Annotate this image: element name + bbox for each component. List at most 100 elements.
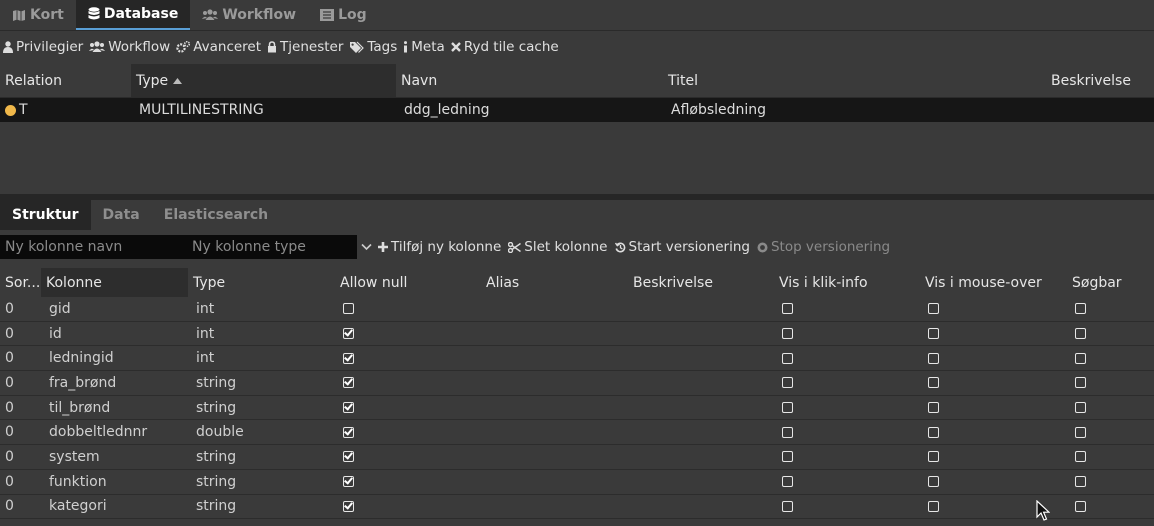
allow-null-checkbox[interactable] [343, 352, 354, 364]
header-alias[interactable]: Alias [481, 268, 628, 297]
type-cell[interactable]: int [188, 301, 335, 317]
sort-cell[interactable]: 0 [0, 498, 41, 514]
soegbar-checkbox[interactable] [1075, 303, 1086, 315]
header-type[interactable]: Type [188, 268, 335, 297]
header-titel[interactable]: Titel [663, 64, 1046, 97]
sort-cell[interactable]: 0 [0, 326, 41, 342]
klik-info-checkbox[interactable] [782, 303, 793, 315]
type-cell[interactable]: string [188, 449, 335, 465]
table-row[interactable]: 0 ledningid int [0, 346, 1154, 372]
header-kolonne[interactable]: Kolonne [41, 268, 188, 297]
allow-null-checkbox[interactable] [343, 328, 354, 340]
mouse-over-checkbox[interactable] [928, 303, 939, 315]
allow-null-checkbox[interactable] [343, 377, 354, 389]
allow-null-checkbox[interactable] [343, 451, 354, 463]
mouse-over-checkbox[interactable] [928, 500, 939, 512]
table-row[interactable]: T MULTILINESTRING ddg_ledning Afløbsledn… [0, 98, 1154, 122]
type-cell[interactable]: int [188, 350, 335, 366]
clear-tile-cache-button[interactable]: Ryd tile cache [450, 39, 559, 55]
tab-elasticsearch[interactable]: Elasticsearch [152, 200, 280, 230]
privileges-button[interactable]: Privilegier [3, 39, 83, 55]
mouse-over-checkbox[interactable] [928, 426, 939, 438]
kolonne-cell[interactable]: til_brønd [41, 400, 188, 416]
soegbar-checkbox[interactable] [1075, 426, 1086, 438]
workflow-button[interactable]: Workflow [89, 39, 170, 55]
header-sort[interactable]: Sor... [0, 268, 41, 297]
mouse-over-checkbox[interactable] [928, 451, 939, 463]
chevron-down-icon[interactable] [361, 243, 372, 251]
sort-cell[interactable]: 0 [0, 449, 41, 465]
advanced-button[interactable]: Avanceret [176, 39, 261, 55]
mouse-over-checkbox[interactable] [928, 328, 939, 340]
tab-data[interactable]: Data [91, 200, 152, 230]
start-versioning-button[interactable]: Start versionering [614, 239, 750, 255]
delete-column-button[interactable]: Slet kolonne [508, 239, 608, 255]
klik-info-checkbox[interactable] [782, 402, 793, 414]
klik-info-checkbox[interactable] [782, 500, 793, 512]
kolonne-cell[interactable]: system [41, 449, 188, 465]
header-navn[interactable]: Navn [396, 64, 663, 97]
header-allow-null[interactable]: Allow null [335, 268, 481, 297]
allow-null-checkbox[interactable] [343, 303, 354, 315]
tags-button[interactable]: Tags [349, 39, 397, 55]
stop-versioning-button[interactable]: Stop versionering [757, 239, 890, 255]
new-column-name-input[interactable] [0, 235, 187, 259]
soegbar-checkbox[interactable] [1075, 476, 1086, 488]
sort-cell[interactable]: 0 [0, 474, 41, 490]
kolonne-cell[interactable]: fra_brønd [41, 375, 188, 391]
soegbar-checkbox[interactable] [1075, 451, 1086, 463]
type-cell[interactable]: string [188, 498, 335, 514]
mouse-over-checkbox[interactable] [928, 402, 939, 414]
klik-info-checkbox[interactable] [782, 377, 793, 389]
services-button[interactable]: Tjenester [267, 39, 343, 55]
sort-cell[interactable]: 0 [0, 350, 41, 366]
klik-info-checkbox[interactable] [782, 328, 793, 340]
allow-null-checkbox[interactable] [343, 426, 354, 438]
type-cell[interactable]: string [188, 375, 335, 391]
kolonne-cell[interactable]: id [41, 326, 188, 342]
klik-info-checkbox[interactable] [782, 352, 793, 364]
table-row[interactable]: 0 dobbeltlednnr double [0, 420, 1154, 446]
new-column-type-input[interactable] [187, 235, 357, 259]
table-row[interactable]: 0 fra_brønd string [0, 371, 1154, 396]
header-relation[interactable]: Relation [0, 64, 131, 97]
header-beskrivelse[interactable]: Beskrivelse [628, 268, 774, 297]
table-row[interactable]: 0 system string [0, 445, 1154, 470]
mouse-over-checkbox[interactable] [928, 352, 939, 364]
sort-cell[interactable]: 0 [0, 301, 41, 317]
table-row[interactable]: 0 id int [0, 322, 1154, 347]
header-klik-info[interactable]: Vis i klik-info [774, 268, 920, 297]
klik-info-checkbox[interactable] [782, 426, 793, 438]
kolonne-cell[interactable]: dobbeltlednnr [41, 424, 188, 440]
soegbar-checkbox[interactable] [1075, 402, 1086, 414]
table-row[interactable]: 0 til_brønd string [0, 396, 1154, 421]
type-cell[interactable]: int [188, 326, 335, 342]
add-column-button[interactable]: Tilføj ny kolonne [378, 239, 501, 255]
header-beskrivelse[interactable]: Beskrivelse [1046, 64, 1154, 97]
meta-button[interactable]: Meta [403, 39, 445, 55]
header-type[interactable]: Type [131, 64, 396, 97]
soegbar-checkbox[interactable] [1075, 500, 1086, 512]
type-cell[interactable]: double [188, 424, 335, 440]
tab-log[interactable]: Log [308, 0, 379, 30]
table-row[interactable]: 0 kategori string [0, 495, 1154, 520]
klik-info-checkbox[interactable] [782, 476, 793, 488]
type-cell[interactable]: string [188, 474, 335, 490]
kolonne-cell[interactable]: kategori [41, 498, 188, 514]
header-soegbar[interactable]: Søgbar [1067, 268, 1154, 297]
sort-cell[interactable]: 0 [0, 424, 41, 440]
allow-null-checkbox[interactable] [343, 476, 354, 488]
kolonne-cell[interactable]: gid [41, 301, 188, 317]
kolonne-cell[interactable]: ledningid [41, 350, 188, 366]
tab-struktur[interactable]: Struktur [0, 200, 91, 230]
header-mouse-over[interactable]: Vis i mouse-over [920, 268, 1067, 297]
tab-workflow[interactable]: Workflow [190, 0, 308, 30]
soegbar-checkbox[interactable] [1075, 377, 1086, 389]
type-cell[interactable]: string [188, 400, 335, 416]
allow-null-checkbox[interactable] [343, 500, 354, 512]
sort-cell[interactable]: 0 [0, 375, 41, 391]
allow-null-checkbox[interactable] [343, 402, 354, 414]
table-row[interactable]: 0 funktion string [0, 470, 1154, 495]
soegbar-checkbox[interactable] [1075, 328, 1086, 340]
tab-kort[interactable]: Kort [0, 0, 76, 30]
